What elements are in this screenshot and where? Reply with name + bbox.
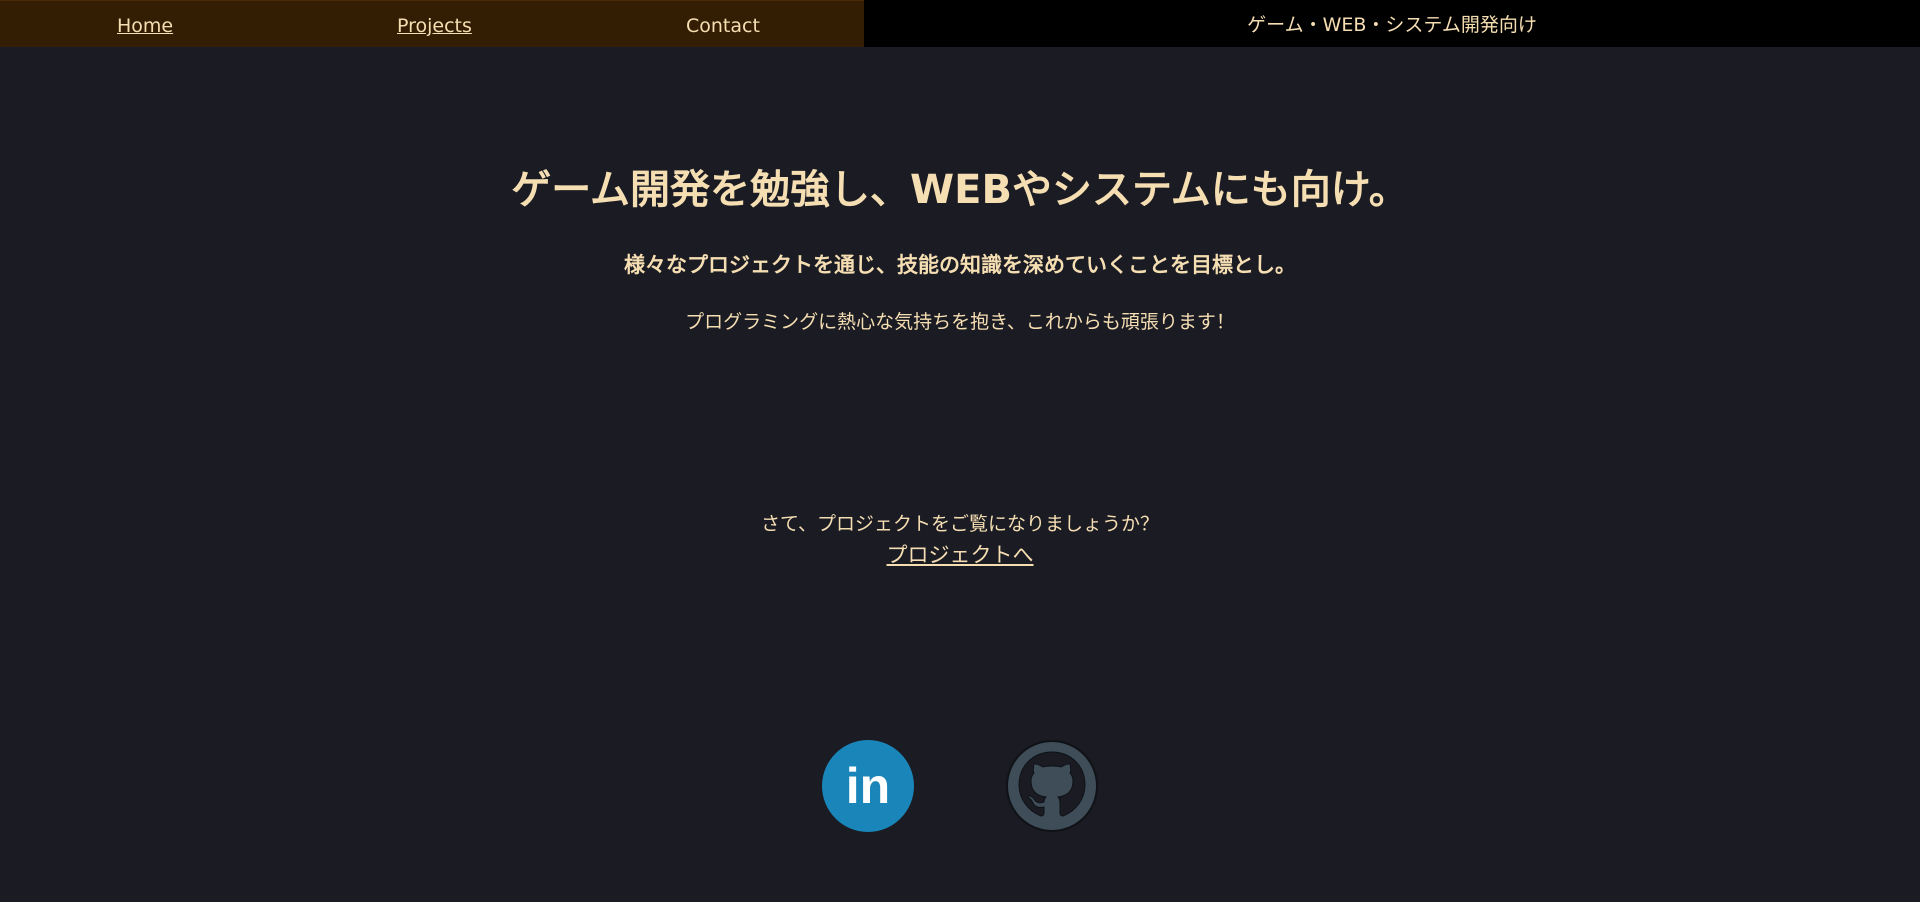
cta-question: さて、プロジェクトをご覧になりましょうか？ [760,513,1160,535]
linkedin-icon-text: in [846,758,890,814]
nav-contact-link[interactable]: Contact [686,15,760,37]
hero-body-text: プログラミングに熱心な気持ちを抱き、これからも頑張ります！ [685,311,1235,333]
linkedin-button[interactable]: in [822,740,914,832]
site-tagline: ゲーム・WEB・システム開発向け [864,0,1920,47]
nav-home-link[interactable]: Home [117,15,173,37]
cta-link-wrapper: プロジェクトへ [0,539,1920,569]
github-button[interactable] [1006,740,1098,832]
hero-heading: ゲーム開発を勉強し、WEBやシステムにも向け。 [511,167,1409,213]
top-bar: Home Projects Contact ゲーム・WEB・システム開発向け [0,0,1920,47]
projects-link[interactable]: プロジェクトへ [887,543,1034,567]
github-icon [1006,740,1098,832]
main-content: ゲーム開発を勉強し、WEBやシステムにも向け。 様々なプロジェクトを通じ、技能の… [0,47,1920,902]
hero-subheading: 様々なプロジェクトを通じ、技能の知識を深めていくことを目標とし。 [624,253,1296,277]
nav-bar: Home Projects Contact [0,0,864,47]
nav-projects-link[interactable]: Projects [397,15,472,37]
linkedin-icon: in [822,740,914,832]
